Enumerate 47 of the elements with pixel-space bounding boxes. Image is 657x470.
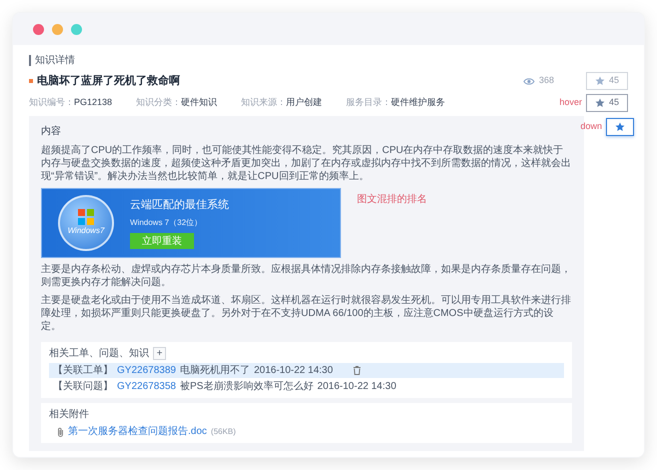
paragraph: 超频提高了CPU的工作频率，同时，也可能使其性能变得不稳定。究其原因，CPU在内存中存取数据的速度本来就快于内存与硬盘交换数据的速度，超频使这种矛盾更加突出，加剧了在内存或虚拟内存中找不到所需数据的情况，这样就会出现“异常错误”。解决办法当然也比较简单，就是让CPU回到正常的频率上。: [41, 144, 572, 183]
related-subject: 被PS老崩溃影响效率可怎么好: [180, 380, 314, 394]
state-label: hover: [559, 96, 582, 110]
annotation-note: 图文混排的排名: [357, 192, 427, 207]
related-subject: 电脑死机用不了: [180, 364, 250, 378]
meta-value: PG12138: [74, 96, 112, 110]
attachment-link[interactable]: 第一次服务器检查问题报告.doc: [68, 424, 207, 439]
paragraph: 主要是内存条松动、虚焊或内存芯片本身质量所致。应根据具体情况排除内存条接触故障，如果是内存条质量存在问题，则需更换内存才能解决问题。: [41, 263, 572, 289]
reinstall-button[interactable]: 立即重装: [130, 233, 194, 250]
related-time: 2016-10-22 14:30: [317, 380, 396, 394]
meta-value: 用户创建: [286, 96, 322, 110]
view-count: 368: [538, 74, 554, 88]
state-label: down: [580, 120, 602, 134]
banner-title: 云端匹配的最佳系统: [130, 198, 229, 213]
meta-label: 知识来源：: [241, 96, 286, 110]
logo-text: Windows7: [68, 225, 104, 237]
banner-subtitle: Windows 7（32位）: [130, 217, 202, 230]
eye-icon: [522, 76, 535, 86]
related-type: 【关联工单】: [53, 364, 113, 378]
meta-label: 知识编号：: [29, 96, 74, 110]
attachments-title: 相关附件: [49, 408, 90, 422]
star-icon: [594, 76, 605, 86]
related-row[interactable]: 【关联工单】 GY22678389 电脑死机用不了 2016-10-22 14:30: [49, 363, 564, 378]
related-code-link[interactable]: GY22678389: [117, 363, 176, 378]
meta-value: 硬件维护服务: [391, 96, 446, 110]
related-type: 【关联问题】: [53, 380, 113, 394]
meta-label: 服务目录：: [346, 96, 392, 110]
star-button[interactable]: [606, 118, 634, 136]
star-button[interactable]: 45: [586, 72, 628, 90]
article-title: 电脑坏了蓝屏了死机了救命啊: [37, 74, 180, 89]
related-title: 相关工单、问题、知识: [49, 346, 149, 361]
content-heading: 内容: [41, 124, 62, 139]
paperclip-icon: [57, 426, 64, 436]
star-icon: [615, 122, 625, 132]
paragraph: 主要是硬盘老化或由于使用不当造成坏道、坏扇区。这样机器在运行时就很容易发生死机。可以用专用工具软件来进行排障处理，如损坏严重则只能更换硬盘了。另外对于在不支持UDMA 66/100的主板，应注意CMOS中硬盘运行方式的设定。: [41, 294, 572, 333]
star-button[interactable]: 45: [586, 94, 628, 112]
add-button[interactable]: +: [153, 347, 166, 360]
file-size: (56KB): [210, 426, 236, 438]
meta-value: 硬件知识: [181, 96, 218, 110]
meta-label: 知识分类：: [136, 96, 182, 110]
trash-icon[interactable]: [352, 366, 361, 375]
section-title: 知识详情: [35, 54, 75, 68]
related-time: 2016-10-22 14:30: [254, 364, 333, 378]
star-icon: [594, 98, 605, 108]
windows-logo-icon: [78, 209, 94, 225]
related-code-link[interactable]: GY22678358: [117, 379, 176, 394]
related-row[interactable]: 【关联问题】 GY22678358 被PS老崩溃影响效率可怎么好 2016-10-22 14:30: [49, 379, 564, 394]
